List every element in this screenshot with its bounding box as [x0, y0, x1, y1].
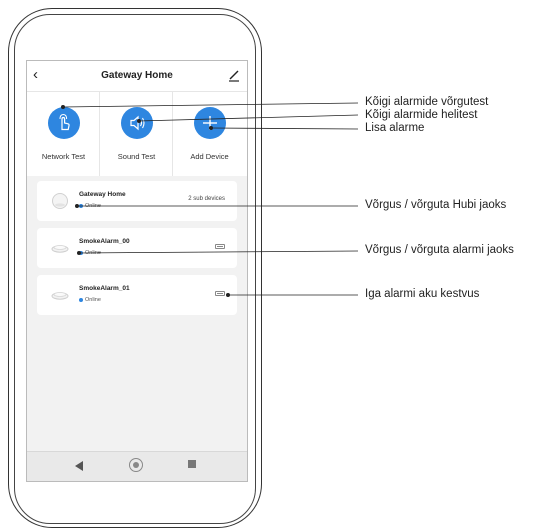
callout-label-sound-test: Kõigi alarmide helitest: [365, 109, 478, 121]
callout-alarm-status: [77, 250, 359, 255]
callout-sound-test: [137, 114, 359, 123]
callout-network-test: [61, 102, 359, 109]
callout-label-add-device: Lisa alarme: [365, 122, 425, 134]
callout-label-battery: Iga alarmi aku kestvus: [365, 288, 480, 300]
callout-hub-status: [75, 204, 358, 208]
callout-label-network-test: Kõigi alarmide võrgutest: [365, 96, 489, 108]
callout-battery: [226, 293, 358, 297]
callout-label-hub-status: Võrgus / võrguta Hubi jaoks: [365, 199, 507, 211]
callout-label-alarm-status: Võrgus / võrguta alarmi jaoks: [365, 244, 514, 256]
callout-add-device: [209, 126, 359, 130]
